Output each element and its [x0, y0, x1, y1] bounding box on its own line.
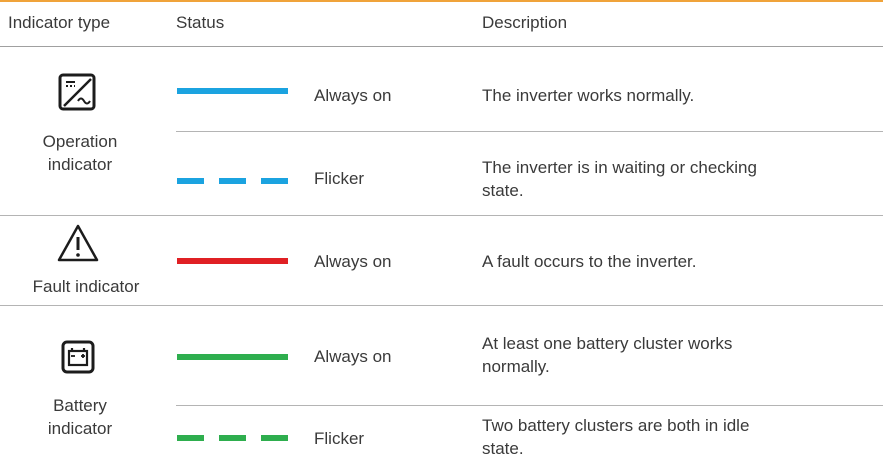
- row-divider: [176, 405, 883, 406]
- battery-label-line1: Battery: [53, 396, 107, 415]
- header-divider: [0, 46, 883, 47]
- description-operation-always-on: The inverter works normally.: [482, 86, 695, 105]
- status-dash-operation-1: [177, 178, 204, 184]
- status-operation-always-on: Always on: [314, 86, 392, 105]
- status-dash-battery-3: [261, 435, 288, 441]
- operation-icon: [58, 73, 96, 116]
- operation-label-line2: indicator: [47, 155, 113, 174]
- status-dash-battery-2: [219, 435, 246, 441]
- status-fault-always-on: Always on: [314, 252, 392, 271]
- fault-label: Fault indicator: [32, 277, 140, 296]
- status-dash-operation-3: [261, 178, 288, 184]
- status-bar-operation-solid: [177, 88, 288, 94]
- status-dash-operation-2: [219, 178, 246, 184]
- status-battery-always-on: Always on: [314, 347, 392, 366]
- status-bar-battery-solid: [177, 354, 288, 360]
- header-indicator-type: Indicator type: [8, 13, 111, 32]
- warning-triangle-icon: [56, 223, 100, 268]
- status-dash-battery-1: [177, 435, 204, 441]
- description-battery-always-on-line2: normally.: [482, 357, 550, 376]
- battery-icon: [61, 340, 95, 379]
- status-bar-fault-solid: [177, 258, 288, 264]
- description-operation-flicker-line2: state.: [482, 181, 524, 200]
- operation-label-line1: Operation: [42, 132, 118, 151]
- header-description: Description: [482, 13, 568, 32]
- status-battery-flicker: Flicker: [314, 429, 365, 448]
- description-fault-always-on: A fault occurs to the inverter.: [482, 252, 697, 271]
- status-operation-flicker: Flicker: [314, 169, 365, 188]
- description-operation-flicker-line1: The inverter is in waiting or checking: [482, 158, 757, 177]
- battery-label-line2: indicator: [47, 419, 113, 438]
- header-status: Status: [176, 13, 225, 32]
- description-battery-always-on-line1: At least one battery cluster works: [482, 334, 733, 353]
- description-battery-flicker-line2: state.: [482, 439, 524, 458]
- description-battery-flicker-line1: Two battery clusters are both in idle: [482, 416, 750, 435]
- row-divider: [176, 131, 883, 132]
- group-divider: [0, 215, 883, 216]
- group-divider: [0, 305, 883, 306]
- top-accent-line: [0, 0, 883, 2]
